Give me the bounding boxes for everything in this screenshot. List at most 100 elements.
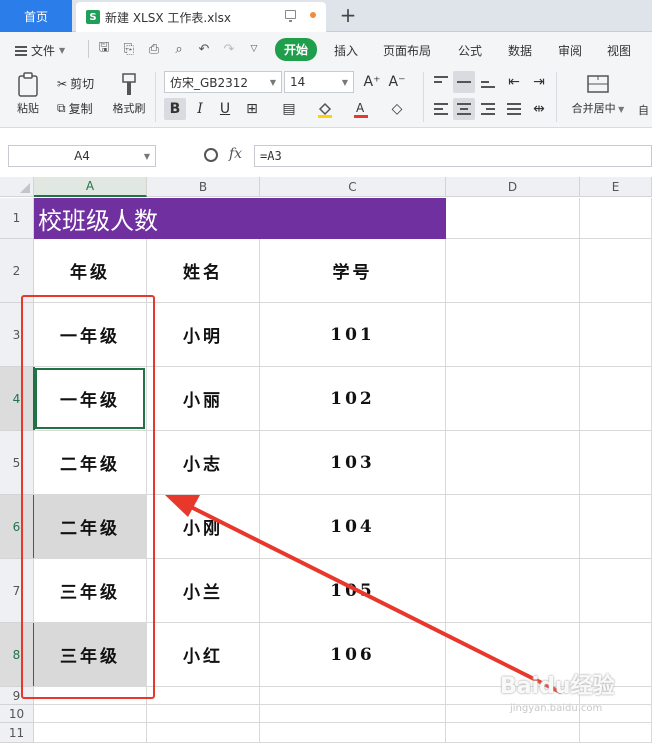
font-family-value: 仿宋_GB2312 [170,75,249,90]
font-size-value: 14 [290,75,306,89]
tab-formulas[interactable]: 公式 [458,42,482,59]
tab-data[interactable]: 数据 [508,42,532,59]
paste-button[interactable]: 粘贴 [10,72,46,116]
decrease-indent-button[interactable]: ⇤ [503,71,525,93]
justify-icon [507,103,521,115]
chevron-down-icon: ▼ [269,77,276,87]
customize-toolbar-icon[interactable]: ▽ [246,41,262,57]
indent-icon: ⇥ [533,74,545,90]
baidu-watermark-logo: Baidu经验 [500,674,615,699]
undo-icon[interactable]: ↶ [196,41,212,57]
formula-bar: A4 ▼ fx =A3 [0,140,652,172]
clipboard-icon [18,72,38,97]
tab-home[interactable]: 首页 [0,0,72,32]
tab-bar: 首页 S 新建 XLSX 工作表.xlsx + [0,0,652,32]
merge-center-label: 合并居中 ▼ [571,102,625,115]
divider [88,40,89,58]
eraser-icon: ◇ [391,101,403,117]
monitor-icon[interactable] [285,10,296,22]
distributed-align-button[interactable]: ⇹ [528,98,550,120]
baidu-watermark-url: jingyan.baidu.com [510,703,603,714]
name-box-value: A4 [74,149,90,163]
font-size-select[interactable]: 14 ▼ [284,71,354,93]
fill-color-button[interactable] [314,98,336,120]
formula-input[interactable]: =A3 [254,145,652,167]
tab-document[interactable]: S 新建 XLSX 工作表.xlsx [76,2,326,32]
save-icon[interactable]: 🖫 [96,40,112,57]
paint-bucket-icon [318,102,332,118]
unsaved-dot-icon [310,11,316,18]
font-color-icon: A [354,101,368,118]
align-center-button[interactable] [453,98,475,120]
merge-center-button[interactable]: 合并居中 ▼ [566,72,630,116]
italic-button[interactable]: I [189,98,211,120]
chevron-down-icon: ▼ [341,77,348,87]
align-left-button[interactable] [430,98,452,120]
divider [155,72,156,122]
font-family-select[interactable]: 仿宋_GB2312 ▼ [164,71,282,93]
justify-button[interactable] [503,98,525,120]
more-tools-button[interactable]: 自 [638,102,649,118]
align-middle-icon [457,76,471,88]
copy-icon: ⧉ [57,101,66,115]
increase-font-size-button[interactable]: A⁺ [361,71,383,93]
outdent-icon: ⇤ [508,74,520,90]
copy-button[interactable]: ⧉ 复制 [57,100,93,117]
menu-bar: 文件 ▼ 🖫 ⎘ ⎙ ⌕ ↶ ↷ ▽ 开始 插入 页面布局 公式 数据 审阅 视… [0,32,652,66]
spreadsheet-file-icon: S [86,10,100,24]
file-menu-button[interactable]: 文件 ▼ [15,42,65,59]
export-icon[interactable]: ⎘ [121,41,137,57]
redo-icon[interactable]: ↷ [221,41,237,57]
print-preview-icon[interactable]: ⌕ [171,41,187,57]
align-top-icon [434,76,448,88]
tab-home-label: 首页 [23,9,48,24]
divider [423,72,424,122]
bold-button[interactable]: B [164,98,186,120]
new-tab-button[interactable]: + [336,3,360,27]
align-right-button[interactable] [477,98,499,120]
cut-label: 剪切 [70,77,95,91]
tab-view[interactable]: 视图 [607,42,631,59]
divider [556,72,557,122]
spreadsheet-grid: A B C D E 1 2 3 4 5 6 7 8 9 10 11 校班级人数 … [0,177,652,743]
align-left-icon [434,103,448,115]
align-top-button[interactable] [430,71,452,93]
svg-text:A: A [356,101,365,115]
chevron-down-icon: ▼ [59,46,66,55]
spreadsheet-app: 首页 S 新建 XLSX 工作表.xlsx + 文件 ▼ 🖫 ⎘ ⎙ ⌕ ↶ ↷… [0,0,652,743]
paste-label: 粘贴 [17,102,39,115]
format-painter-button[interactable]: 格式刷 [108,72,150,116]
name-box[interactable]: A4 ▼ [8,145,156,167]
pattern-icon: ▤ [282,101,296,117]
font-color-button[interactable]: A [350,98,372,120]
scissors-icon: ✂ [57,76,68,91]
chevron-down-icon: ▼ [143,151,150,161]
align-middle-button[interactable] [453,71,475,93]
tab-review[interactable]: 审阅 [558,42,582,59]
border-button[interactable]: ⊞ [241,98,263,120]
align-bottom-button[interactable] [477,71,499,93]
zoom-icon[interactable] [204,148,218,162]
distribute-icon: ⇹ [533,101,545,117]
decrease-font-size-button[interactable]: A⁻ [386,71,408,93]
align-bottom-icon [481,76,495,88]
function-icon[interactable]: fx [229,146,242,162]
format-painter-label: 格式刷 [112,102,146,115]
tab-start[interactable]: 开始 [275,38,318,61]
increase-indent-button[interactable]: ⇥ [528,71,550,93]
copy-label: 复制 [68,102,93,116]
fill-pattern-button[interactable]: ▤ [278,98,300,120]
document-title: 新建 XLSX 工作表.xlsx [105,10,231,25]
border-icon: ⊞ [246,101,258,117]
annotation-arrow-icon [165,495,562,694]
print-icon[interactable]: ⎙ [146,41,162,57]
file-menu-label: 文件 [31,44,56,58]
clear-format-button[interactable]: ◇ [386,98,408,120]
paintbrush-icon [122,73,136,95]
cut-button[interactable]: ✂ 剪切 [57,75,94,92]
underline-button[interactable]: U [214,98,236,120]
tab-insert[interactable]: 插入 [334,42,358,59]
tab-page-layout[interactable]: 页面布局 [383,42,431,59]
ribbon-toolbar: 粘贴 ✂ 剪切 ⧉ 复制 格式刷 仿宋_GB2312 ▼ 14 ▼ A⁺ A⁻ B I … [0,66,652,128]
hamburger-icon [15,45,27,56]
